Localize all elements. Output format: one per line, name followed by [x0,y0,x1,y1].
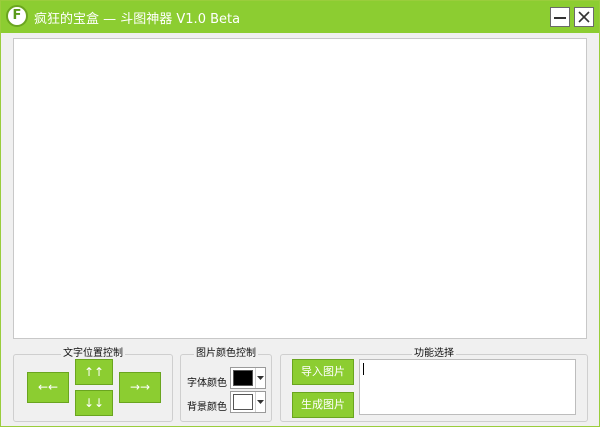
close-icon [578,11,590,23]
window-title: 疯狂的宝盒 — 斗图神器 V1.0 Beta [34,12,241,27]
generate-image-button[interactable]: 生成图片 [292,392,354,418]
title-bar[interactable]: F 疯狂的宝盒 — 斗图神器 V1.0 Beta [1,1,599,33]
chevron-down-icon [257,376,264,380]
app-logo-icon: F [6,5,28,27]
function-legend: 功能选择 [412,348,456,359]
image-color-legend: 图片颜色控制 [194,348,258,359]
close-button[interactable] [574,7,594,27]
move-up-button[interactable]: ↑↑ [75,359,113,385]
image-preview-area[interactable] [13,38,587,339]
chevron-down-icon [257,400,264,404]
bg-color-dropdown[interactable] [255,392,266,412]
minimize-button[interactable] [550,7,570,27]
app-logo-letter: F [12,8,22,23]
font-color-label: 字体颜色 [187,378,227,389]
text-caret [363,363,364,375]
font-color-dropdown[interactable] [255,368,266,388]
bg-color-label: 背景颜色 [187,402,227,413]
bg-color-swatch [233,394,253,410]
text-position-legend: 文字位置控制 [61,348,125,359]
import-image-button[interactable]: 导入图片 [292,359,354,385]
font-color-swatch [233,370,253,386]
move-down-button[interactable]: ↓↓ [75,390,113,416]
caption-text-input[interactable] [359,359,576,415]
move-left-button[interactable]: ←← [27,372,69,403]
minimize-icon [554,17,566,19]
bg-color-picker[interactable] [230,391,266,413]
font-color-picker[interactable] [230,367,266,389]
move-right-button[interactable]: →→ [119,372,161,403]
main-window: F 疯狂的宝盒 — 斗图神器 V1.0 Beta 文字位置控制 ←← ↑↑ ↓↓… [0,0,600,427]
